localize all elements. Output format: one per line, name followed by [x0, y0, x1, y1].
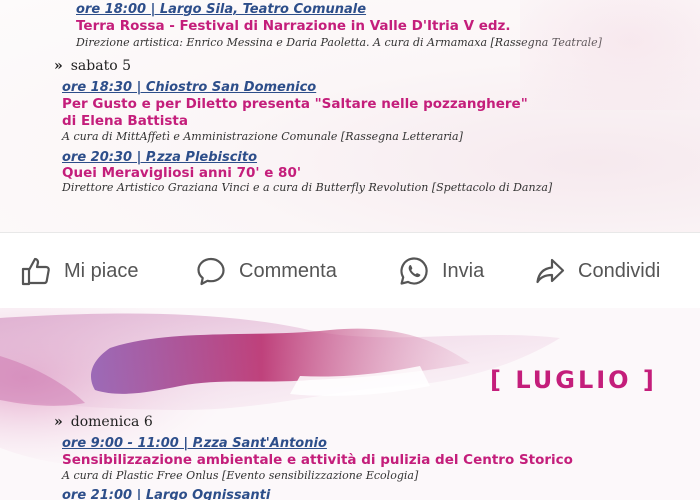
post-action-bar: Mi piace Commenta Invia Condividi — [0, 232, 700, 310]
whatsapp-icon — [400, 257, 428, 285]
like-label: Mi piace — [64, 259, 139, 282]
day-heading: » sabato 5 — [54, 58, 131, 74]
event-title: Quei Meravigliosi anni 70' e 80' — [62, 165, 301, 181]
event-credit: Direzione artistica: Enrico Messina e Da… — [76, 36, 602, 49]
event-flyer-top: ore 18:00 | Largo Sila, Teatro Comunale … — [0, 0, 700, 232]
event-title-line-2: di Elena Battista — [62, 113, 188, 129]
chevron-icon: » — [54, 58, 63, 74]
event-time-venue: ore 20:30 | P.zza Plebiscito — [62, 150, 258, 165]
event-credit: A cura di MittAffetì e Amministrazione C… — [62, 130, 463, 143]
send-label: Invia — [442, 259, 485, 282]
event-time-venue: ore 21:00 | Largo Ognissanti — [62, 488, 271, 500]
share-arrow-icon — [536, 258, 565, 284]
event-time-venue: ore 18:00 | Largo Sila, Teatro Comunale — [76, 2, 367, 17]
month-heading: [ LUGLIO ] — [490, 366, 657, 394]
event-time-venue: ore 9:00 - 11:00 | P.zza Sant'Antonio — [62, 436, 327, 451]
share-button[interactable]: Condividi — [534, 255, 660, 287]
comment-button[interactable]: Commenta — [195, 255, 337, 287]
event-title: Sensibilizzazione ambientale e attività … — [62, 452, 573, 468]
speech-bubble-icon — [197, 257, 225, 286]
share-label: Condividi — [578, 259, 661, 282]
like-button[interactable]: Mi piace — [20, 255, 138, 287]
thumbs-up-icon — [21, 257, 50, 286]
comment-label: Commenta — [239, 259, 337, 282]
event-title: Per Gusto e per Diletto presenta "Saltar… — [62, 96, 528, 112]
event-credit: A cura di Plastic Free Onlus [Evento sen… — [62, 469, 419, 482]
day-label: sabato 5 — [70, 58, 132, 74]
event-title: Terra Rossa - Festival di Narrazione in … — [76, 18, 511, 34]
day-label: domenica 6 — [70, 414, 153, 430]
send-button[interactable]: Invia — [398, 255, 484, 287]
day-heading: » domenica 6 — [54, 414, 153, 430]
event-flyer-bottom: [ LUGLIO ] » domenica 6 ore 9:00 - 11:00 … — [0, 308, 700, 500]
event-credit: Direttore Artistico Graziana Vinci e a c… — [62, 181, 553, 194]
event-time-venue: ore 18:30 | Chiostro San Domenico — [62, 80, 317, 95]
chevron-icon: » — [54, 414, 63, 430]
